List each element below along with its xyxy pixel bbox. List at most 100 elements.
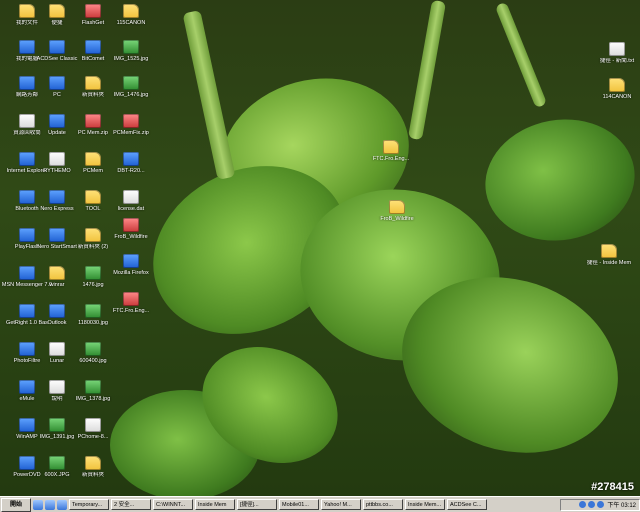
desktop-icon-label: IMG_1525.jpg — [113, 56, 149, 62]
desktop-icon[interactable]: license.dat — [104, 190, 158, 212]
zip-icon — [123, 114, 139, 128]
img-icon — [49, 456, 65, 470]
app-icon — [49, 114, 65, 128]
desktop-icon[interactable]: Mozilla Firefox — [104, 254, 158, 276]
desktop-icon-label: FTC.Fro.Eng... — [112, 308, 150, 314]
file-icon — [49, 380, 65, 394]
app-icon — [49, 190, 65, 204]
watermark: #278415 — [591, 481, 634, 493]
zip-icon — [123, 292, 139, 306]
desktop-icon[interactable]: 新資料夾 — [66, 456, 120, 478]
folder-icon — [85, 456, 101, 470]
grass-blade — [407, 0, 447, 141]
task-button[interactable]: Mobile01... — [279, 499, 319, 510]
desktop[interactable]: 我的文件 我的電腦 網路芳鄰 資源回收筒 Internet Explorer Blueto… — [0, 0, 640, 496]
desktop-icon[interactable]: 114CANON — [590, 78, 640, 100]
task-button[interactable]: Temporary... — [69, 499, 109, 510]
file-icon — [609, 42, 625, 56]
network-icon[interactable] — [588, 501, 596, 508]
clock[interactable]: 下午 03:12 — [607, 500, 636, 509]
desktop-icon-label: IMG_1476.jpg — [113, 92, 149, 98]
app-icon — [123, 254, 139, 268]
file-icon — [123, 190, 139, 204]
desktop-icon-label: FroB_Wildfire — [114, 234, 148, 240]
task-button[interactable]: 2 安全... — [111, 499, 151, 510]
app-icon — [49, 304, 65, 318]
desktop-icon[interactable]: DBT-R20... — [104, 152, 158, 174]
app-icon — [49, 40, 65, 54]
task-button[interactable]: Yahoo! M... — [321, 499, 361, 510]
desktop-icon-label: 114CANON — [602, 94, 632, 100]
app-icon — [49, 76, 65, 90]
desktop-icon-label: 1476.jpg — [82, 282, 104, 288]
desktop-icon[interactable]: 捷徑 - Inside Mem — [582, 244, 636, 266]
antivirus-icon[interactable] — [597, 501, 605, 508]
folder-icon — [49, 4, 65, 18]
task-button[interactable]: Inside Mem... — [405, 499, 445, 510]
app-icon — [123, 152, 139, 166]
desktop-icon[interactable]: FroB_Wildfire — [104, 218, 158, 240]
task-button[interactable]: pttbbs.co... — [363, 499, 403, 510]
start-button[interactable]: 開始 — [1, 497, 31, 512]
desktop-icon[interactable]: 捷徑 - 新聞.txt — [590, 42, 640, 64]
desktop-icon-label: IMG_1378.jpg — [75, 396, 111, 402]
folder-icon — [123, 4, 139, 18]
taskbar: 開始 Temporary... 2 安全... C:\WINNT... Inside … — [0, 496, 640, 512]
desktop-icon-label: 600400.jpg — [79, 358, 107, 364]
desktop-icon-label: 捷徑 - 新聞.txt — [599, 58, 635, 64]
task-button[interactable]: C:\WINNT... — [153, 499, 193, 510]
desktop-icon[interactable]: 115CANON — [104, 4, 158, 26]
desktop-icon[interactable]: IMG_1476.jpg — [104, 76, 158, 98]
task-button[interactable]: Inside Mem — [195, 499, 235, 510]
file-icon — [49, 152, 65, 166]
grass-blade — [182, 9, 236, 181]
folder-icon — [85, 228, 101, 242]
img-icon — [85, 342, 101, 356]
folder-icon — [383, 140, 399, 154]
desktop-icon[interactable]: IMG_1378.jpg — [66, 380, 120, 402]
zip-icon — [85, 114, 101, 128]
system-tray: 下午 03:12 — [560, 498, 640, 511]
folder-icon — [85, 76, 101, 90]
desktop-icon[interactable]: FTC.Fro.Eng... — [364, 140, 418, 162]
img-icon — [123, 76, 139, 90]
img-icon — [85, 304, 101, 318]
desktop-icon[interactable]: 600400.jpg — [66, 342, 120, 364]
desktop-icon-label: 新資料夾 — [81, 472, 104, 478]
app-icon — [49, 228, 65, 242]
desktop-icon[interactable]: PChome-8... — [66, 418, 120, 440]
quick-launch-desktop-icon[interactable] — [45, 499, 55, 510]
desktop-icon[interactable]: FTC.Fro.Eng... — [104, 292, 158, 314]
desktop-icon[interactable]: IMG_1525.jpg — [104, 40, 158, 62]
file-icon — [85, 418, 101, 432]
task-button[interactable]: ACDSee C... — [447, 499, 487, 510]
folder-icon — [609, 78, 625, 92]
folder-icon — [85, 152, 101, 166]
desktop-icon-label: DBT-R20... — [117, 168, 145, 174]
app-icon — [85, 40, 101, 54]
desktop-icon-label: PCMemFix.zip — [113, 130, 149, 136]
desktop-icon-label: 1180030.jpg — [78, 320, 108, 326]
folder-icon — [49, 266, 65, 280]
grass-blade — [494, 1, 548, 109]
folder-icon — [389, 200, 405, 214]
img-icon — [85, 266, 101, 280]
img-icon — [85, 380, 101, 394]
task-buttons: Temporary... 2 安全... C:\WINNT... Inside Mem… — [67, 499, 487, 510]
img-icon — [49, 418, 65, 432]
task-button[interactable]: [捷徑]... — [237, 499, 277, 510]
quick-launch-media-icon[interactable] — [57, 499, 67, 510]
desktop-icon-label: FTC.Fro.Eng... — [372, 156, 410, 162]
desktop-icon-label: 新資料夾 (2) — [77, 244, 109, 250]
speaker-icon[interactable] — [579, 501, 587, 508]
folder-icon — [85, 190, 101, 204]
desktop-icon[interactable]: FroB_Wildfire — [370, 200, 424, 222]
img-icon — [123, 40, 139, 54]
desktop-icon-label: 捷徑 - Inside Mem — [586, 260, 632, 266]
desktop-icon-label: license.dat — [117, 206, 145, 212]
file-icon — [49, 342, 65, 356]
desktop-icon-label: PChome-8... — [77, 434, 109, 440]
desktop-icon[interactable]: PCMemFix.zip — [104, 114, 158, 136]
zip-icon — [85, 4, 101, 18]
quick-launch-ie-icon[interactable] — [33, 499, 43, 510]
